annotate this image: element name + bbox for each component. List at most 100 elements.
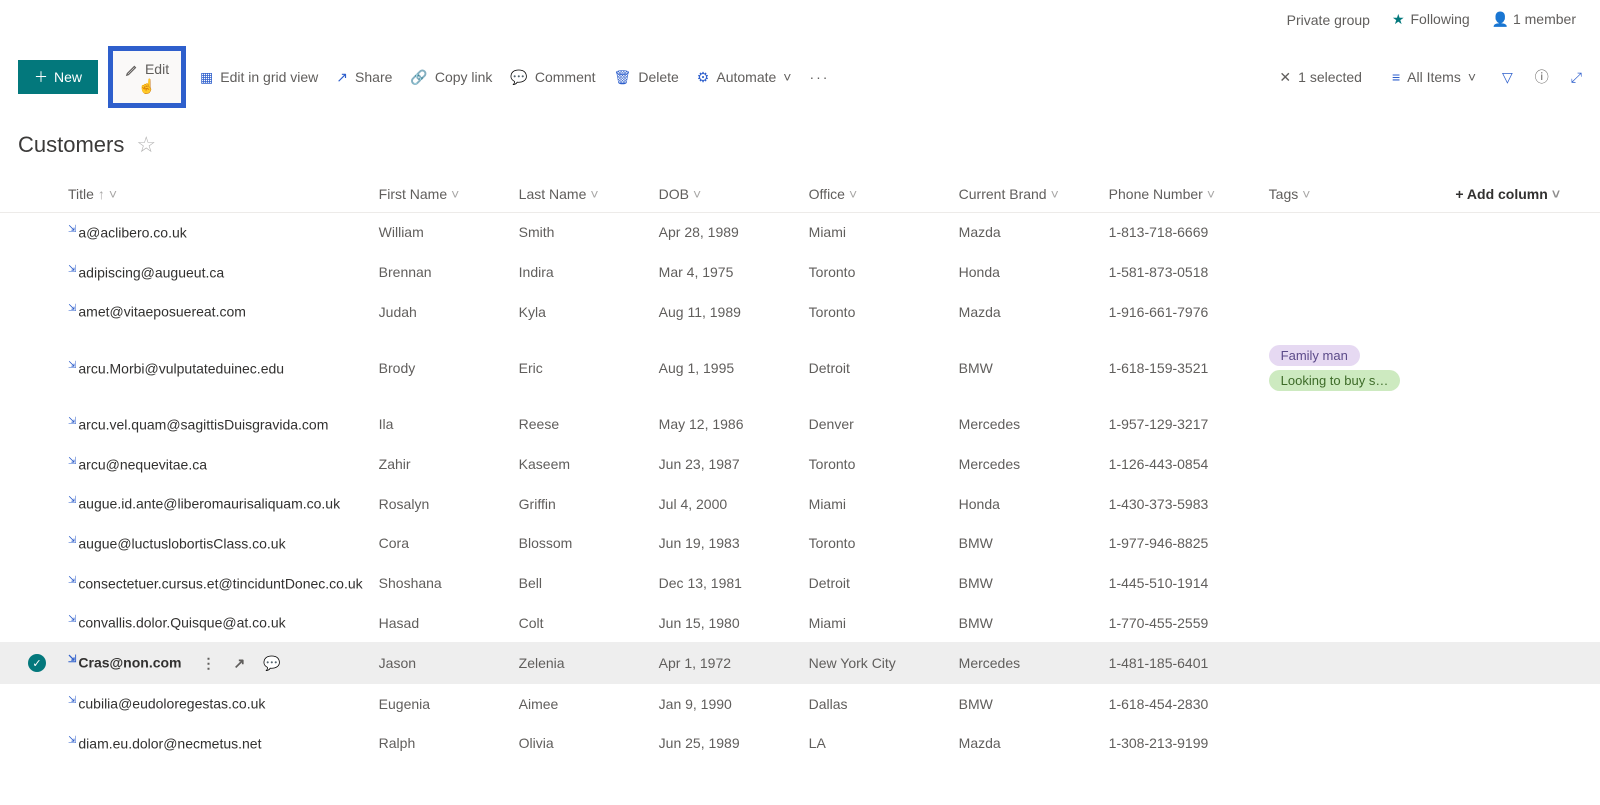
cell-phone: 1-618-454-2830	[1101, 684, 1261, 724]
col-tags[interactable]: Tags˅	[1261, 176, 1431, 213]
item-title[interactable]: augue.id.ante@liberomaurisaliquam.co.uk	[78, 496, 340, 512]
comment-icon[interactable]: 💬	[263, 655, 280, 672]
cell-office: Miami	[801, 213, 951, 253]
cell-dob: Jun 15, 1980	[651, 603, 801, 643]
header-row: Title ↑˅ First Name˅ Last Name˅ DOB˅ Off…	[0, 176, 1600, 213]
table-row[interactable]: ⇲consectetuer.cursus.et@tinciduntDonec.c…	[0, 563, 1600, 603]
comment-button[interactable]: 💬 Comment	[506, 69, 599, 86]
cell-tags	[1261, 724, 1431, 764]
col-dob[interactable]: DOB˅	[651, 176, 801, 213]
cell-brand: Honda	[951, 484, 1101, 524]
view-selector[interactable]: ≡ All Items ˅	[1388, 69, 1480, 85]
check-icon[interactable]: ✓	[28, 654, 46, 672]
cell-brand: BMW	[951, 603, 1101, 643]
share-button[interactable]: ↗ Share	[332, 69, 396, 86]
page-title: Customers ☆	[0, 114, 1600, 162]
table-row[interactable]: ⇲adipiscing@augueut.caBrennanIndiraMar 4…	[0, 252, 1600, 292]
cell-office: LA	[801, 724, 951, 764]
item-title[interactable]: convallis.dolor.Quisque@at.co.uk	[78, 615, 285, 631]
item-title[interactable]: consectetuer.cursus.et@tinciduntDonec.co…	[78, 575, 362, 591]
item-title[interactable]: cubilia@eudoloregestas.co.uk	[78, 696, 265, 712]
cell-ln: Colt	[511, 603, 651, 643]
table-row[interactable]: ⇲amet@vitaeposuereat.comJudahKylaAug 11,…	[0, 292, 1600, 332]
cell-office: Toronto	[801, 292, 951, 332]
filter-icon[interactable]: ▽	[1502, 69, 1513, 86]
trash-icon: 🗑	[614, 69, 632, 86]
cell-dob: Jun 19, 1983	[651, 523, 801, 563]
share-icon[interactable]: ↗	[234, 655, 246, 672]
cell-tags	[1261, 523, 1431, 563]
tag[interactable]: Looking to buy s…	[1269, 370, 1401, 391]
cell-dob: Mar 4, 1975	[651, 252, 801, 292]
table-row[interactable]: ✓⇲Cras@non.com⋮↗💬JasonZeleniaApr 1, 1972…	[0, 642, 1600, 684]
cell-ln: Kaseem	[511, 444, 651, 484]
cell-brand: BMW	[951, 563, 1101, 603]
cell-fn: Hasad	[371, 603, 511, 643]
chevron-down-icon: ˅	[783, 69, 791, 85]
item-title[interactable]: adipiscing@augueut.ca	[78, 264, 224, 280]
item-title[interactable]: diam.eu.dolor@necmetus.net	[78, 736, 261, 752]
members[interactable]: 👤 1 member	[1492, 11, 1576, 28]
cell-dob: Aug 11, 1989	[651, 292, 801, 332]
col-first-name[interactable]: First Name˅	[371, 176, 511, 213]
clear-selection-button[interactable]: ✕ 1 selected	[1275, 69, 1366, 86]
cell-office: Toronto	[801, 252, 951, 292]
more-button[interactable]: ···	[805, 69, 833, 85]
col-phone[interactable]: Phone Number˅	[1101, 176, 1261, 213]
item-title[interactable]: arcu@nequevitae.ca	[78, 456, 207, 472]
table-row[interactable]: ⇲augue.id.ante@liberomaurisaliquam.co.uk…	[0, 484, 1600, 524]
table-row[interactable]: ⇲arcu.vel.quam@sagittisDuisgravida.comIl…	[0, 404, 1600, 444]
edit-button[interactable]: Edit ☝️	[108, 46, 186, 108]
new-button[interactable]: ＋ New	[18, 60, 98, 94]
cell-ln: Zelenia	[511, 642, 651, 684]
cell-dob: May 12, 1986	[651, 404, 801, 444]
table-row[interactable]: ⇲arcu@nequevitae.caZahirKaseemJun 23, 19…	[0, 444, 1600, 484]
link-indicator-icon: ⇲	[68, 264, 76, 275]
select-all-header[interactable]	[0, 176, 60, 213]
link-indicator-icon: ⇲	[68, 535, 76, 546]
cell-tags	[1261, 484, 1431, 524]
cell-brand: Mazda	[951, 292, 1101, 332]
table-row[interactable]: ⇲cubilia@eudoloregestas.co.ukEugeniaAime…	[0, 684, 1600, 724]
item-title[interactable]: a@aclibero.co.uk	[78, 225, 186, 241]
item-title[interactable]: arcu.vel.quam@sagittisDuisgravida.com	[78, 417, 328, 433]
table-row[interactable]: ⇲a@aclibero.co.ukWilliamSmithApr 28, 198…	[0, 213, 1600, 253]
copy-link-button[interactable]: 🔗 Copy link	[406, 69, 496, 86]
cell-tags	[1261, 252, 1431, 292]
cell-tags	[1261, 444, 1431, 484]
tag[interactable]: Family man	[1269, 345, 1360, 366]
col-brand[interactable]: Current Brand˅	[951, 176, 1101, 213]
table-row[interactable]: ⇲augue@luctuslobortisClass.co.ukCoraBlos…	[0, 523, 1600, 563]
cell-tags	[1261, 642, 1431, 684]
delete-button[interactable]: 🗑 Delete	[610, 69, 683, 86]
table-row[interactable]: ⇲diam.eu.dolor@necmetus.netRalphOliviaJu…	[0, 724, 1600, 764]
item-title[interactable]: Cras@non.com	[78, 655, 181, 671]
more-icon[interactable]: ⋮	[202, 655, 216, 672]
item-title[interactable]: amet@vitaeposuereat.com	[78, 304, 246, 320]
col-office[interactable]: Office˅	[801, 176, 951, 213]
follow-button[interactable]: ★Following	[1392, 11, 1470, 28]
cell-brand: Mercedes	[951, 404, 1101, 444]
cell-tags: Family man Looking to buy s…	[1261, 331, 1431, 404]
automate-button[interactable]: ⚙ Automate ˅	[693, 69, 796, 86]
cell-fn: Ila	[371, 404, 511, 444]
link-indicator-icon: ⇲	[68, 224, 76, 235]
cell-phone: 1-977-946-8825	[1101, 523, 1261, 563]
table-row[interactable]: ⇲convallis.dolor.Quisque@at.co.ukHasadCo…	[0, 603, 1600, 643]
table-row[interactable]: ⇲arcu.Morbi@vulputateduinec.eduBrodyEric…	[0, 331, 1600, 404]
add-column-button[interactable]: + Add column˅	[1431, 176, 1600, 213]
col-last-name[interactable]: Last Name˅	[511, 176, 651, 213]
item-title[interactable]: augue@luctuslobortisClass.co.uk	[78, 536, 285, 552]
cell-dob: Apr 1, 1972	[651, 642, 801, 684]
cell-tags	[1261, 603, 1431, 643]
item-title[interactable]: arcu.Morbi@vulputateduinec.edu	[78, 360, 284, 376]
favorite-toggle[interactable]: ☆	[136, 132, 156, 158]
cell-phone: 1-308-213-9199	[1101, 724, 1261, 764]
expand-icon[interactable]: ⤢	[1571, 69, 1582, 86]
list-icon: ≡	[1392, 69, 1400, 85]
command-bar-right: ✕ 1 selected ≡ All Items ˅ ▽ ⓘ ⤢	[1275, 67, 1582, 87]
edit-grid-button[interactable]: ▦ Edit in grid view	[196, 69, 322, 86]
cell-fn: Shoshana	[371, 563, 511, 603]
info-icon[interactable]: ⓘ	[1535, 67, 1549, 87]
col-title[interactable]: Title ↑˅	[60, 176, 371, 213]
